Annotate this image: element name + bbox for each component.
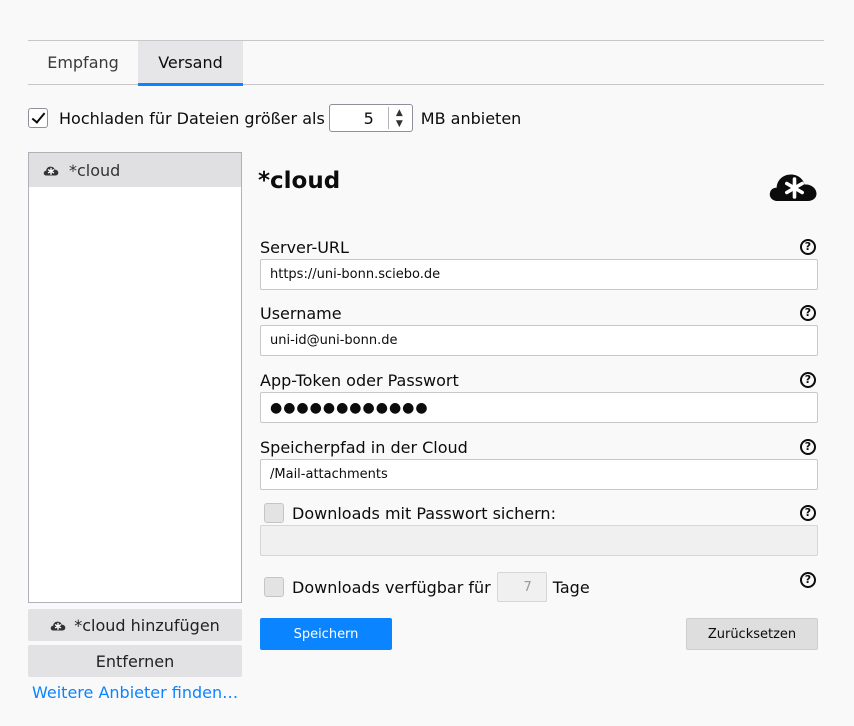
upload-threshold-row: Hochladen für Dateien größer als 5 ▲ ▼ M… (28, 104, 521, 132)
expiry-row: Downloads verfügbar für 7 Tage (264, 571, 590, 603)
upload-checkbox[interactable] (28, 108, 48, 128)
upload-size-value[interactable]: 5 (364, 109, 374, 128)
upload-size-stepper[interactable]: 5 ▲ ▼ (328, 104, 413, 132)
path-help-icon[interactable]: ? (800, 439, 816, 455)
page-title: *cloud (258, 168, 341, 194)
expiry-checkbox[interactable] (264, 577, 284, 597)
reset-button[interactable]: Zurücksetzen (686, 618, 818, 650)
provider-item-cloud[interactable]: *cloud (29, 153, 241, 187)
tab-bar: Empfang Versand (28, 41, 824, 86)
username-input[interactable]: uni-id@uni-bonn.de (260, 325, 818, 356)
expiry-days-value: 7 (523, 580, 532, 595)
server-url-label: Server-URL (260, 238, 349, 257)
tab-empfang[interactable]: Empfang (28, 41, 138, 85)
cloud-asterisk-icon (50, 621, 66, 631)
server-url-input[interactable]: https://uni-bonn.sciebo.de (260, 259, 818, 290)
token-password-input[interactable]: ●●●●●●●●●●●● (260, 392, 818, 423)
expiry-days-input[interactable]: 7 (496, 572, 547, 602)
protect-checkbox[interactable] (264, 503, 284, 523)
remove-provider-label: Entfernen (95, 651, 175, 671)
cloud-asterisk-icon (769, 174, 817, 201)
protect-label: Downloads mit Passwort sichern: (292, 503, 556, 523)
tab-versand[interactable]: Versand (138, 41, 243, 86)
chevron-down-icon[interactable]: ▼ (389, 118, 410, 129)
token-label: App-Token oder Passwort (260, 371, 459, 390)
add-provider-button[interactable]: *cloud hinzufügen (28, 609, 242, 641)
expiry-help-icon[interactable]: ? (800, 572, 816, 588)
protect-row: Downloads mit Passwort sichern: (264, 502, 556, 524)
upload-unit: MB anbieten (420, 108, 522, 128)
chevron-up-icon[interactable]: ▲ (389, 107, 410, 118)
path-label: Speicherpfad in der Cloud (260, 438, 468, 457)
expiry-unit: Tage (552, 577, 590, 597)
provider-list[interactable]: *cloud (28, 152, 242, 603)
stepper-buttons: ▲ ▼ (387, 107, 410, 129)
protect-password-input[interactable] (260, 525, 818, 556)
provider-item-label: *cloud (69, 160, 121, 180)
upload-label: Hochladen für Dateien größer als (59, 108, 325, 128)
cloud-asterisk-icon (43, 166, 59, 176)
remove-provider-button[interactable]: Entfernen (28, 645, 242, 677)
add-provider-label: *cloud hinzufügen (74, 615, 220, 635)
save-button[interactable]: Speichern (260, 618, 392, 650)
find-more-providers-link[interactable]: Weitere Anbieter finden… (32, 683, 238, 702)
protect-help-icon[interactable]: ? (800, 505, 816, 521)
username-label: Username (260, 304, 342, 323)
token-help-icon[interactable]: ? (800, 372, 816, 388)
server-url-help-icon[interactable]: ? (800, 239, 816, 255)
username-help-icon[interactable]: ? (800, 305, 816, 321)
path-input[interactable]: /Mail-attachments (260, 459, 818, 490)
expiry-label: Downloads verfügbar für (292, 577, 491, 597)
